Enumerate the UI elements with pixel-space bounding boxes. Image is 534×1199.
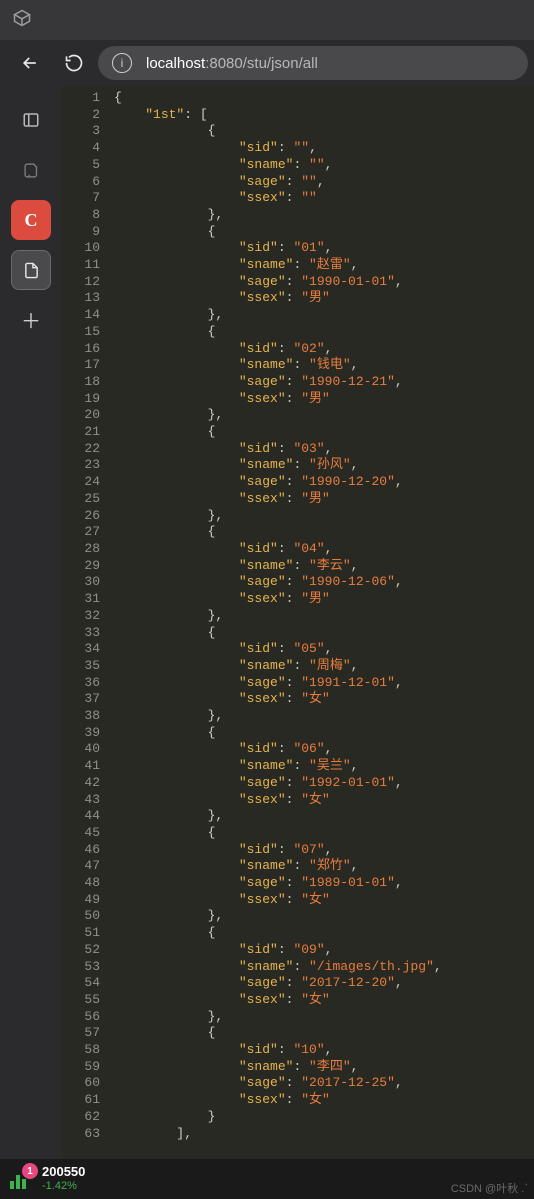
app-icon xyxy=(12,8,32,32)
line-gutter: 1 2 3 4 5 6 7 8 9 10 11 12 13 14 15 16 1… xyxy=(62,86,114,1159)
sidebar-script-icon[interactable] xyxy=(11,150,51,190)
stock-icon[interactable]: 1 xyxy=(8,1165,36,1193)
toolbar: i localhost:8080/stu/json/all xyxy=(0,40,534,86)
sidebar: C ＋ xyxy=(0,86,62,1159)
code-area[interactable]: { ″1st″: [ { ″sid″: ″″, ″sname″: ″″, ″sa… xyxy=(114,86,534,1159)
address-bar[interactable]: i localhost:8080/stu/json/all xyxy=(98,46,528,80)
reload-button[interactable] xyxy=(54,43,94,83)
site-info-icon[interactable]: i xyxy=(112,53,132,73)
sidebar-file-icon[interactable] xyxy=(11,250,51,290)
back-button[interactable] xyxy=(10,43,50,83)
url-text: localhost:8080/stu/json/all xyxy=(146,55,318,72)
stock-number: 200550 xyxy=(42,1165,85,1179)
notification-badge: 1 xyxy=(22,1163,38,1179)
sidebar-add-button[interactable]: ＋ xyxy=(11,300,51,340)
watermark: CSDN @叶秋 .` xyxy=(451,1180,528,1196)
stock-delta: -1.42% xyxy=(42,1179,85,1193)
titlebar xyxy=(0,0,534,40)
sidebar-panel-icon[interactable] xyxy=(11,100,51,140)
sidebar-c-icon[interactable]: C xyxy=(11,200,51,240)
editor: 1 2 3 4 5 6 7 8 9 10 11 12 13 14 15 16 1… xyxy=(62,86,534,1159)
main: C ＋ 1 2 3 4 5 6 7 8 9 10 11 12 13 14 15 … xyxy=(0,86,534,1159)
